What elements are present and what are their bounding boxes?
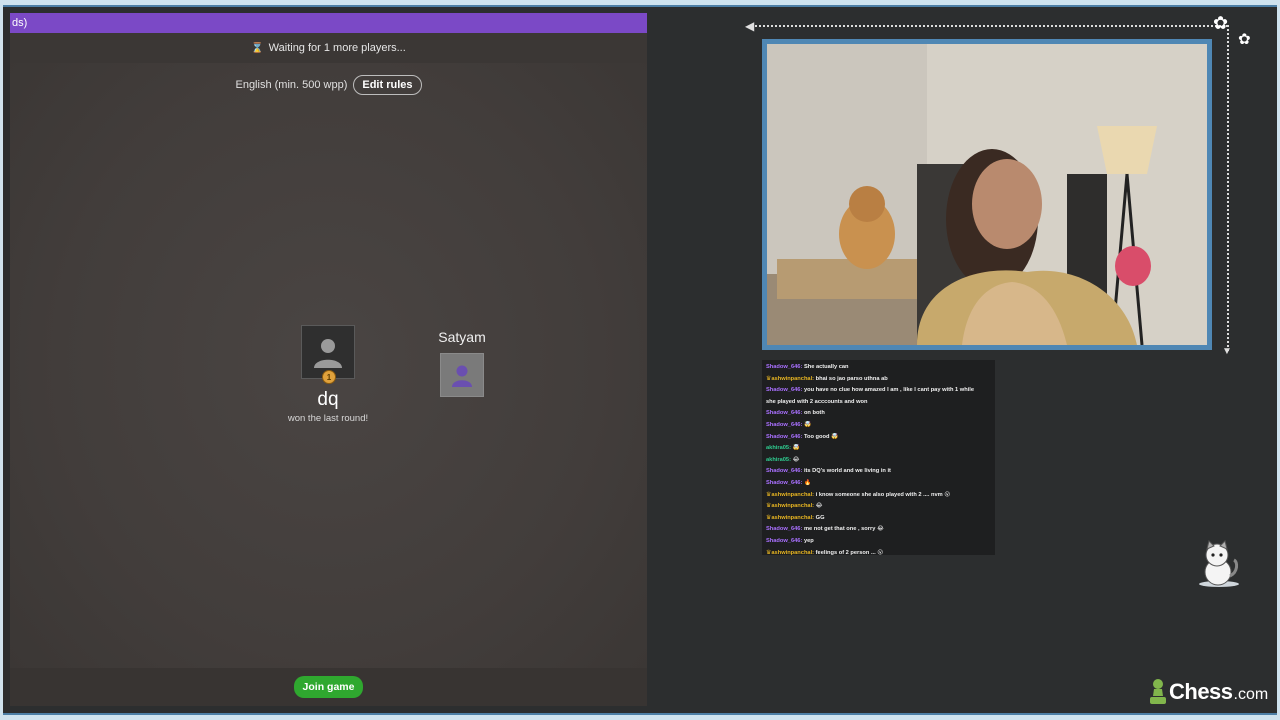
chat-username[interactable]: ashwinpanchal: [771,492,814,498]
chess-com-logo: Chess .com [1148,676,1268,708]
player-card-satyam[interactable]: Satyam [422,329,502,397]
chat-text: 🔥 [803,479,812,486]
cat-sticker [1196,540,1242,588]
player-status: won the last round! [287,413,369,424]
webcam-scene [767,44,1207,345]
chat-username[interactable]: Shadow_646: [766,387,802,393]
webcam-feed [762,39,1212,350]
chat-message: ♛ashwinpanchal: feelings of 2 person ...… [766,548,991,556]
chat-text: on both [803,410,825,417]
medal-rank: 1 [326,373,332,382]
pawn-logo-icon [1150,679,1166,704]
chat-username[interactable]: Shadow_646: [766,526,802,532]
chat-message: Shadow_646: yep [766,536,991,548]
edit-rules-button[interactable]: Edit rules [353,75,422,95]
logo-suffix-text: .com [1233,685,1269,703]
chat-username[interactable]: akhira05: [766,445,791,451]
player-card-dq[interactable]: 1 dq won the last round! [278,325,378,424]
chat-text: she played with 2 acccounts and won [766,398,868,405]
chat-username[interactable]: akhira05: [766,457,791,463]
join-game-button[interactable]: Join game [293,676,364,698]
overlay-frame-bottom [0,715,1280,720]
user-silhouette-icon [314,339,342,368]
chat-username[interactable]: Shadow_646: [766,410,802,416]
chat-username[interactable]: Shadow_646: [766,538,802,544]
hourglass-icon: ⌛ [251,42,264,54]
overlay-frame-top-line [0,5,1280,7]
chat-username[interactable]: ashwinpanchal: [771,515,814,521]
chat-message: ♛ashwinpanchal: 😂 [766,501,991,513]
player-name: dq [317,389,339,410]
chat-text: its DQ's world and we living in it [803,468,891,475]
chat-text: yep [803,537,814,544]
chat-message: Shadow_646: me not get that one , sorry … [766,524,991,536]
medal-icon: 1 [322,370,336,384]
chat-message: Shadow_646: on both [766,408,991,420]
chat-username[interactable]: Shadow_646: [766,434,802,440]
cat-icon [1199,540,1239,587]
chat-text: 😂 [815,503,823,510]
top-status-text: ds) [12,17,28,29]
avatar: 1 [301,325,355,384]
top-status-bar: ds) [10,13,647,33]
avatar [440,353,484,397]
chat-text: GG [815,514,825,521]
chat-message: ♛ashwinpanchal: i know someone she also … [766,490,991,502]
waiting-text: Waiting for 1 more players... [268,42,406,54]
chat-message: akhira05: 🤯 [766,443,991,455]
chat-text: me not get that one , sorry 😂 [803,526,884,533]
chat-message: ♛ashwinpanchal: GG [766,513,991,525]
player-name: Satyam [438,329,486,345]
arrow-left-icon: ◀ [745,19,755,33]
chat-message: Shadow_646: Too good 🤯 [766,432,991,444]
panel-footer: Join game [10,668,647,706]
chat-username[interactable]: Shadow_646: [766,468,802,474]
game-panel: ds) ⌛ Waiting for 1 more players... Engl… [10,13,647,706]
chat-text: feelings of 2 person ... 😮 [815,549,884,556]
logo-main-text: Chess [1169,679,1233,704]
chat-text: 🤯 [803,421,812,428]
chat-username[interactable]: ashwinpanchal: [771,376,814,382]
chat-text: Too good 🤯 [803,433,839,440]
chat-message: Shadow_646: 🤯 [766,420,991,432]
chat-text: 🤯 [792,445,800,452]
rules-row: English (min. 500 wpp) Edit rules [10,74,647,96]
chat-message: Shadow_646: you have no clue how amazed … [766,385,991,397]
chat-text: 😂 [792,456,800,463]
chat-username[interactable]: Shadow_646: [766,480,802,486]
flower-icon: ✿ [1213,13,1229,33]
rules-text: English (min. 500 wpp) [235,79,348,91]
chat-text: you have no clue how amazed I am , like … [803,387,974,394]
overlay-frame-bottom-line [0,713,1280,715]
chat-message: akhira05: 😂 [766,455,991,467]
chat-panel: Shadow_646: She actually can ♛ashwinpanch… [762,360,995,555]
chat-message: ♛ashwinpanchal: bhai so jao parso uthna … [766,374,991,386]
chat-text: i know someone she also played with 2 ..… [815,491,951,498]
arrow-down-icon: ▼ [1222,346,1232,357]
dotted-arrow-line [752,25,1228,27]
chat-text: She actually can [803,364,849,370]
chat-username[interactable]: ashwinpanchal: [771,503,814,509]
chat-message: she played with 2 acccounts and won [766,397,991,409]
chat-message: Shadow_646: 🔥 [766,478,991,490]
chat-text: bhai so jao parso uthna ab [815,375,888,382]
dotted-arrow-vertical [1227,25,1229,351]
chat-username[interactable]: Shadow_646: [766,364,802,370]
flower-icon: ✿ [1238,31,1251,48]
overlay-frame-left [0,0,3,720]
chat-username[interactable]: Shadow_646: [766,422,802,428]
chat-message: Shadow_646: She actually can [766,362,991,374]
chat-message: Shadow_646: its DQ's world and we living… [766,466,991,478]
waiting-header: ⌛ Waiting for 1 more players... [10,33,647,63]
chat-username[interactable]: ashwinpanchal: [771,550,814,556]
user-silhouette-icon [452,365,472,387]
